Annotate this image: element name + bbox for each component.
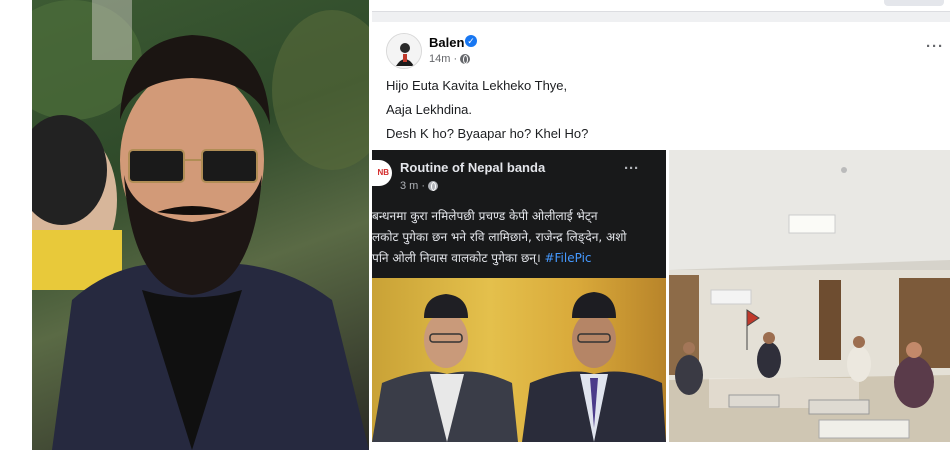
shared-post-meta: 3 m · — [400, 180, 439, 192]
previous-post-button[interactable] — [884, 0, 944, 6]
post-text-line: Desh K ho? Byaapar ho? Khel Ho? — [386, 126, 589, 141]
profile-photo — [32, 0, 369, 450]
post-card: Balen ✓ 14m · ··· Hijo Euta Kavita Lekhe… — [372, 22, 950, 450]
caption-line: पनि ओली निवास वालकोट पुगेका छन्। #FilePi… — [372, 248, 666, 269]
post-timestamp[interactable]: 14m · — [429, 53, 457, 65]
caption-text: पनि ओली निवास वालकोट पुगेका छन्। — [372, 251, 545, 265]
man-portrait-image — [32, 0, 369, 450]
shared-timestamp: 3 m · — [400, 180, 426, 192]
post-text-line: Hijo Euta Kavita Lekheko Thye, — [386, 78, 568, 93]
caption-line: लकोट पुगेका छन भने रवि लामिछाने, राजेन्द… — [372, 230, 627, 244]
more-options-icon[interactable]: ··· — [926, 38, 944, 55]
two-leaders-image — [372, 292, 666, 442]
post-text: Hijo Euta Kavita Lekheko Thye, Aaja Lekh… — [386, 74, 588, 146]
avatar-image — [387, 34, 421, 68]
page-logo: NB — [372, 160, 392, 186]
globe-icon — [460, 54, 471, 64]
previous-post-card — [372, 0, 950, 12]
shared-caption: बन्धनमा कुरा नमिलेपछी प्रचण्ड केपी ओलीला… — [372, 206, 666, 269]
hashtag-link: #FilePic — [544, 251, 592, 265]
shared-post-image[interactable]: NB Routine of Nepal banda 3 m · ··· बन्ध… — [372, 150, 666, 442]
meeting-photo[interactable] — [669, 150, 950, 442]
post-text-line: Aaja Lekhdina. — [386, 102, 473, 117]
caption-line: बन्धनमा कुरा नमिलेपछी प्रचण्ड केपी ओलीला… — [372, 209, 598, 223]
shared-page-name: Routine of Nepal banda — [400, 160, 546, 175]
meeting-room-image — [669, 150, 950, 442]
verified-badge-icon: ✓ — [465, 35, 477, 47]
post-meta: 14m · — [429, 53, 471, 65]
leaders-photo — [372, 278, 666, 442]
author-name[interactable]: Balen — [429, 35, 464, 50]
facebook-feed: Balen ✓ 14m · ··· Hijo Euta Kavita Lekhe… — [372, 0, 950, 450]
avatar[interactable] — [386, 33, 422, 69]
globe-icon — [428, 181, 439, 191]
shared-more-icon: ··· — [624, 160, 639, 177]
